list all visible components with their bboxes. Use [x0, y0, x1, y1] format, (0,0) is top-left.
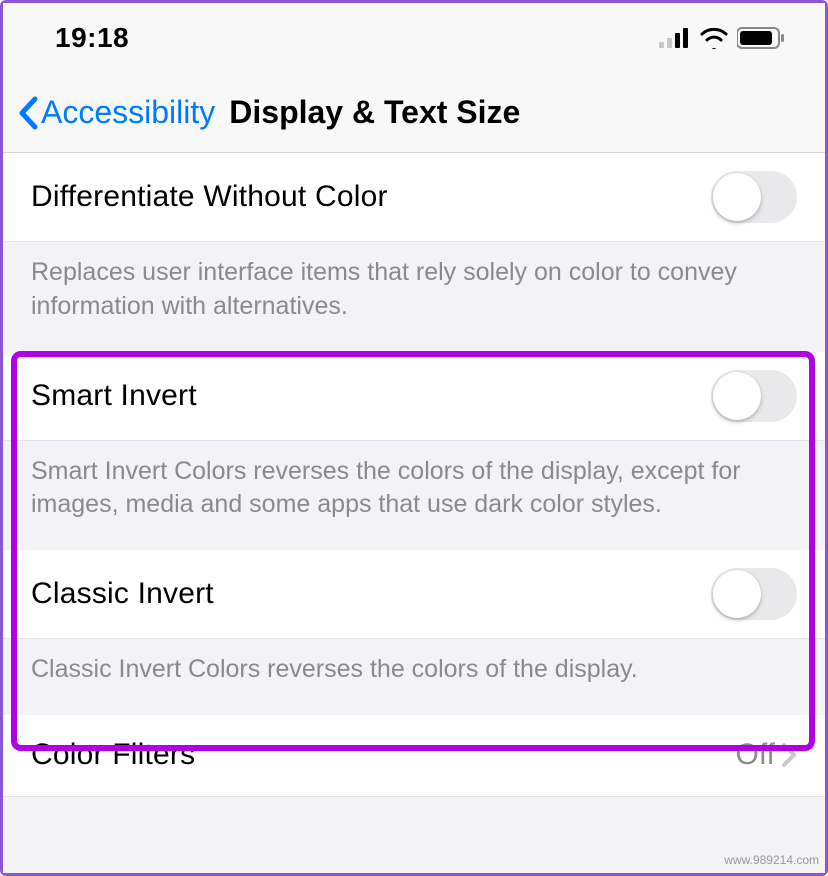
status-icons — [659, 27, 785, 49]
status-time: 19:18 — [55, 22, 129, 54]
row-label: Color Filters — [31, 738, 195, 772]
wifi-icon — [699, 27, 729, 49]
chevron-left-icon — [17, 96, 39, 130]
back-button[interactable]: Accessibility — [17, 94, 215, 131]
row-color-filters[interactable]: Color Filters Off — [3, 715, 825, 797]
toggle-classic-invert[interactable] — [711, 568, 797, 620]
page-title: Display & Text Size — [229, 94, 520, 131]
toggle-differentiate[interactable] — [711, 171, 797, 223]
row-label: Smart Invert — [31, 379, 197, 413]
cellular-icon — [659, 28, 691, 48]
nav-bar: Accessibility Display & Text Size — [3, 73, 825, 153]
row-label: Classic Invert — [31, 577, 214, 611]
chevron-right-icon — [781, 742, 797, 768]
row-differentiate[interactable]: Differentiate Without Color — [3, 153, 825, 242]
row-classic-invert[interactable]: Classic Invert — [3, 550, 825, 639]
row-smart-invert[interactable]: Smart Invert — [3, 352, 825, 441]
note-differentiate: Replaces user interface items that rely … — [3, 242, 825, 352]
back-label: Accessibility — [41, 94, 215, 131]
note-classic-invert: Classic Invert Colors reverses the color… — [3, 639, 825, 715]
section-smart-invert: Smart Invert Smart Invert Colors reverse… — [3, 352, 825, 551]
battery-icon — [737, 27, 785, 49]
row-label: Differentiate Without Color — [31, 180, 388, 214]
status-bar: 19:18 — [3, 3, 825, 73]
watermark: www.989214.com — [724, 853, 819, 867]
section-differentiate: Differentiate Without Color Replaces use… — [3, 153, 825, 352]
section-color-filters: Color Filters Off — [3, 715, 825, 797]
toggle-smart-invert[interactable] — [711, 370, 797, 422]
note-smart-invert: Smart Invert Colors reverses the colors … — [3, 441, 825, 551]
section-classic-invert: Classic Invert Classic Invert Colors rev… — [3, 550, 825, 715]
row-value: Off — [736, 738, 775, 772]
